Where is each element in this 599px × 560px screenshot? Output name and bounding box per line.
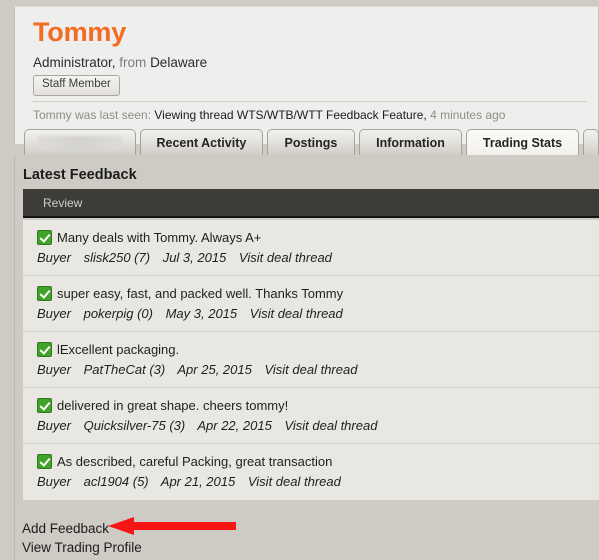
trading-stats-panel: Latest Feedback Review Many deals with T… [14,155,599,560]
view-trading-profile-link[interactable]: View Trading Profile [22,538,142,557]
table-row[interactable]: As described, careful Packing, great tra… [23,444,599,500]
feedback-role: Buyer [37,306,71,321]
page-title: Tommy [33,17,127,47]
tab-recent-activity[interactable]: Recent Activity [139,129,263,156]
tab-next-partial[interactable] [583,129,599,156]
user-subtitle: Administrator, from Delaware [33,55,207,70]
feedback-username[interactable]: slisk250 (7) [84,250,150,265]
tab-postings[interactable]: Postings [266,129,355,156]
page-frame: Tommy Administrator, from Delaware Staff… [0,0,599,560]
redaction-bar [36,136,123,150]
feedback-comment: Many deals with Tommy. Always A+ [57,230,262,245]
feedback-date: Apr 22, 2015 [197,418,272,433]
feedback-meta-line: Buyer acl1904 (5) Apr 21, 2015 Visit dea… [37,473,599,490]
tab-strip: Recent Activity Postings Information Tra… [14,128,599,156]
feedback-meta-line: Buyer Quicksilver-75 (3) Apr 22, 2015 Vi… [37,417,599,434]
table-row[interactable]: Many deals with Tommy. Always A+ Buyer s… [23,220,599,276]
feedback-comment-line: Many deals with Tommy. Always A+ [37,229,599,246]
feedback-comment-line: lExcellent packaging. [37,341,599,358]
feedback-comment-line: As described, careful Packing, great tra… [37,453,599,470]
feedback-date: May 3, 2015 [165,306,238,321]
feedback-role: Buyer [37,250,71,265]
feedback-date: Jul 3, 2015 [162,250,227,265]
visit-deal-thread-link[interactable]: Visit deal thread [250,306,343,321]
feedback-role: Buyer [37,418,71,433]
header-divider [33,101,587,102]
bottom-links: Add Feedback View Trading Profile [22,519,142,557]
visit-deal-thread-link[interactable]: Visit deal thread [239,250,332,265]
feedback-date: Apr 21, 2015 [160,474,236,489]
visit-deal-thread-link[interactable]: Visit deal thread [264,362,357,377]
table-row[interactable]: lExcellent packaging. Buyer PatTheCat (3… [23,332,599,388]
last-seen-time: 4 minutes ago [430,108,506,122]
feedback-username[interactable]: Quicksilver-75 (3) [84,418,186,433]
green-check-icon [37,454,52,469]
table-row[interactable]: delivered in great shape. cheers tommy! … [23,388,599,444]
feedback-comment-line: delivered in great shape. cheers tommy! [37,397,599,414]
add-feedback-link[interactable]: Add Feedback [22,519,142,538]
feedback-meta-line: Buyer slisk250 (7) Jul 3, 2015 Visit dea… [37,249,599,266]
last-seen-prefix: Tommy was last seen: [33,108,152,122]
location-prefix: from [119,55,147,70]
feedback-comment: super easy, fast, and packed well. Thank… [57,286,344,301]
visit-deal-thread-link[interactable]: Visit deal thread [284,418,377,433]
feedback-role: Buyer [37,362,71,377]
feedback-meta-line: Buyer pokerpig (0) May 3, 2015 Visit dea… [37,305,599,322]
feedback-comment: lExcellent packaging. [57,342,180,357]
feedback-list: Many deals with Tommy. Always A+ Buyer s… [23,220,599,500]
last-seen-activity[interactable]: Viewing thread WTS/WTB/WTT Feedback Feat… [154,108,426,122]
feedback-username[interactable]: acl1904 (5) [84,474,149,489]
tab-information[interactable]: Information [358,129,463,156]
last-seen-status: Tommy was last seen: Viewing thread WTS/… [33,108,505,122]
profile-header: Tommy Administrator, from Delaware Staff… [14,6,599,144]
feedback-role: Buyer [37,474,71,489]
green-check-icon [37,398,52,413]
user-role: Administrator, [33,55,116,70]
tab-trading-stats[interactable]: Trading Stats [466,129,579,156]
staff-member-badge[interactable]: Staff Member [33,75,120,96]
tab-redacted[interactable] [24,129,136,156]
green-check-icon [37,342,52,357]
green-check-icon [37,230,52,245]
feedback-meta-line: Buyer PatTheCat (3) Apr 25, 2015 Visit d… [37,361,599,378]
feedback-username[interactable]: PatTheCat (3) [84,362,166,377]
feedback-username[interactable]: pokerpig (0) [84,306,153,321]
feedback-comment-line: super easy, fast, and packed well. Thank… [37,285,599,302]
column-header-review: Review [43,196,83,210]
table-row[interactable]: super easy, fast, and packed well. Thank… [23,276,599,332]
feedback-comment: As described, careful Packing, great tra… [57,454,333,469]
feedback-table-header: Review [23,189,599,218]
user-location: Delaware [150,55,208,70]
green-check-icon [37,286,52,301]
feedback-comment: delivered in great shape. cheers tommy! [57,398,289,413]
visit-deal-thread-link[interactable]: Visit deal thread [248,474,341,489]
section-title: Latest Feedback [23,167,137,183]
feedback-date: Apr 25, 2015 [177,362,252,377]
